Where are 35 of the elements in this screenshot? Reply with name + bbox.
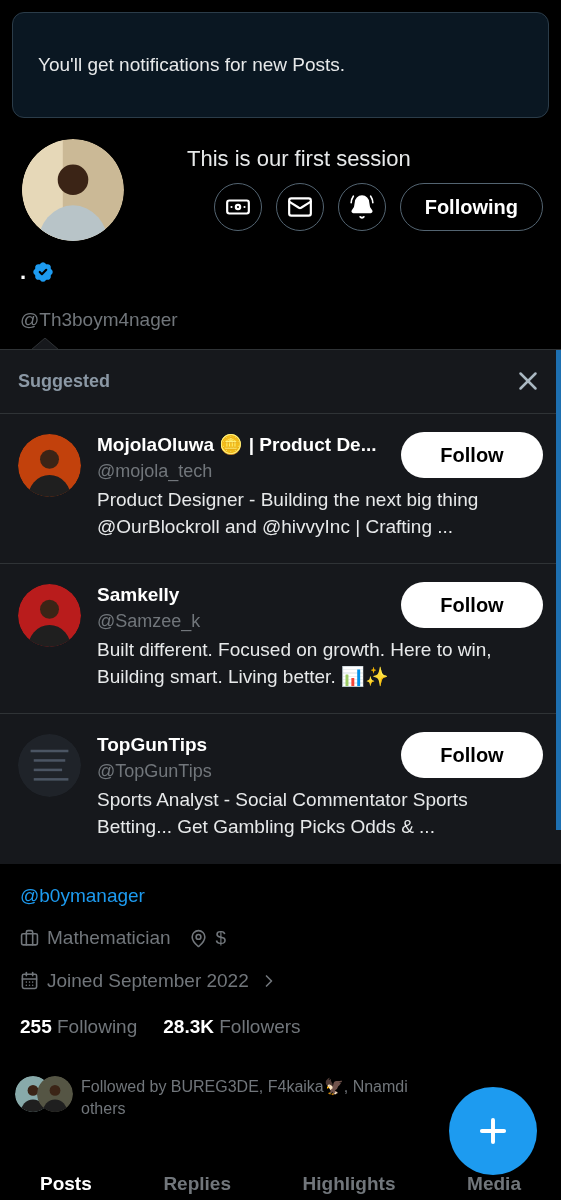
user-bio: Product Designer - Building the next big thing @OurBlockroll and @hivvyInc | Crafting ... [97,487,480,539]
profile-tab[interactable]: Replies [163,1172,231,1196]
user-name[interactable]: MojolaOluwa 🪙 | Product De... [97,431,377,458]
bio-line: This is our first session [187,145,412,173]
calendar-icon [20,971,39,991]
stat-link[interactable]: 28.3K Followers [163,1013,301,1042]
user-name[interactable]: Samkelly [97,581,201,608]
user-handle: @TopGunTips [97,759,212,783]
location: $ [215,926,227,950]
stat-link[interactable]: 255 Following [20,1013,138,1042]
suggested-title: Suggested [18,369,110,393]
follow-button[interactable]: Follow [401,581,543,628]
user-handle: @mojola_tech [97,459,214,484]
followed-by-text: others [81,1098,127,1119]
display-name: . [20,258,27,286]
user-name[interactable]: TopGunTips [97,731,212,758]
user-handle: @Samzee_k [97,609,201,634]
follow-button[interactable]: Follow [401,431,543,478]
envelope-icon [286,194,313,220]
profile-tab[interactable]: Posts [40,1172,92,1196]
profile-tab[interactable]: Highlights [302,1172,396,1196]
bell-icon [348,194,375,220]
profile-tab[interactable]: Media [467,1172,521,1196]
joined-date: Joined September 2022 [47,968,249,993]
toast-message: You'll get notifications for new Posts. [38,52,346,77]
profession: Mathematician [47,926,171,950]
profile-handle: @Th3boym4nager [19,308,179,332]
location-pin-icon [188,928,208,948]
notifications-button[interactable] [337,183,386,231]
follow-button[interactable]: Follow [401,731,543,778]
user-bio: Sports Analyst - Social Commentator Sports Betting... Get Gambling Picks Odds & ... [97,787,469,839]
briefcase-icon [20,928,39,948]
user-bio: Built different. Focused on growth. Here to win, Building smart. Living better. 📊✨ [97,637,493,689]
profile-link[interactable]: @b0ymanager [20,881,541,910]
followed-by-text: Followed by BUREG3DE, F4kaika🦅, Nnamdi [81,1076,408,1097]
